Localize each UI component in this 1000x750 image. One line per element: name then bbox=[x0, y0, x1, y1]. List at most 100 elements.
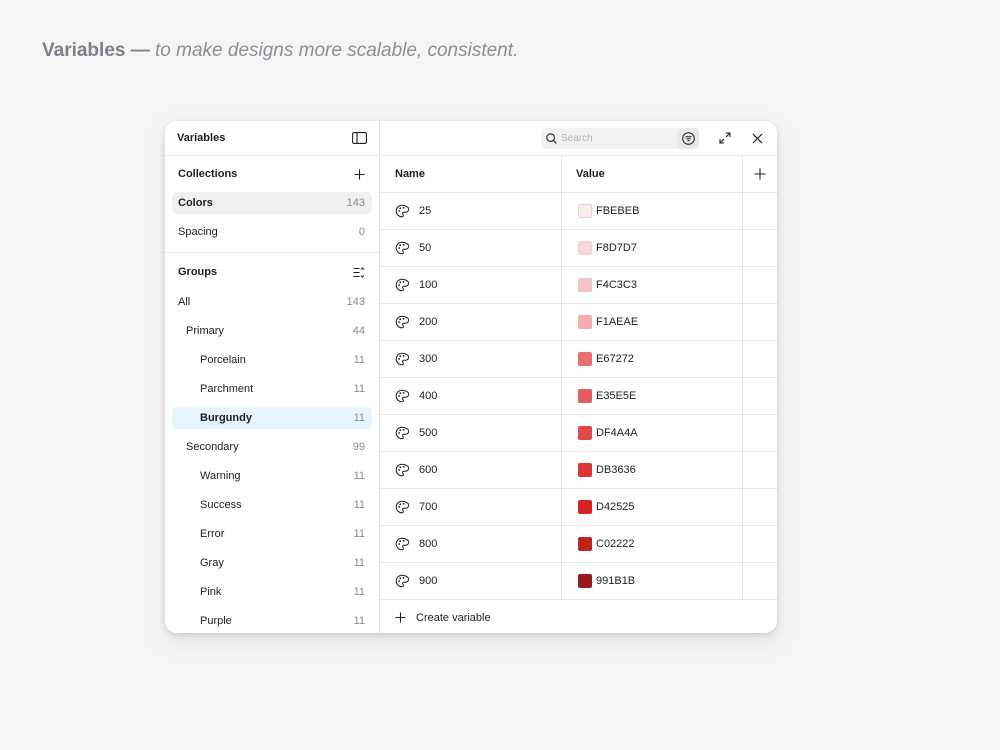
variable-name-cell[interactable]: 700 bbox=[381, 489, 562, 525]
table-row[interactable]: 100 F4C3C3 bbox=[381, 267, 777, 304]
variable-name-cell[interactable]: 800 bbox=[381, 526, 562, 562]
group-count: 11 bbox=[353, 586, 365, 598]
variables-table: Name Value 25 FBEBEB 50 F8D7D7 100 F4C3C3 200 F… bbox=[381, 156, 777, 633]
table-row[interactable]: 600 DB3636 bbox=[381, 452, 777, 489]
palette-icon bbox=[395, 241, 409, 255]
color-swatch[interactable] bbox=[578, 278, 592, 292]
variable-name-cell[interactable]: 200 bbox=[381, 304, 562, 340]
empty-cell bbox=[743, 193, 777, 229]
group-label: Parchment bbox=[200, 383, 254, 395]
table-row[interactable]: 25 FBEBEB bbox=[381, 193, 777, 230]
variable-value: F1AEAE bbox=[596, 316, 639, 328]
color-swatch[interactable] bbox=[578, 574, 592, 588]
toggle-sidebar-icon[interactable] bbox=[351, 130, 367, 146]
group-item-primary[interactable]: Primary 44 bbox=[172, 320, 372, 342]
group-item-parchment[interactable]: Parchment 11 bbox=[172, 378, 372, 400]
variable-value-cell[interactable]: F1AEAE bbox=[562, 304, 743, 340]
empty-cell bbox=[743, 304, 777, 340]
variable-value-cell[interactable]: 991B1B bbox=[562, 563, 743, 599]
variable-value-cell[interactable]: F4C3C3 bbox=[562, 267, 743, 303]
empty-cell bbox=[743, 378, 777, 414]
variable-value-cell[interactable]: C02222 bbox=[562, 526, 743, 562]
variable-value-cell[interactable]: E35E5E bbox=[562, 378, 743, 414]
group-item-porcelain[interactable]: Porcelain 11 bbox=[172, 349, 372, 371]
color-swatch[interactable] bbox=[578, 352, 592, 366]
variable-name-cell[interactable]: 100 bbox=[381, 267, 562, 303]
color-swatch[interactable] bbox=[578, 315, 592, 329]
variable-value-cell[interactable]: DB3636 bbox=[562, 452, 743, 488]
group-count: 11 bbox=[353, 470, 365, 482]
table-row[interactable]: 50 F8D7D7 bbox=[381, 230, 777, 267]
variable-name-cell[interactable]: 50 bbox=[381, 230, 562, 266]
group-item-burgundy[interactable]: Burgundy 11 bbox=[172, 407, 372, 429]
group-label: Secondary bbox=[186, 441, 239, 453]
color-swatch[interactable] bbox=[578, 204, 592, 218]
palette-icon bbox=[395, 537, 409, 551]
variable-value-cell[interactable]: D42525 bbox=[562, 489, 743, 525]
group-item-secondary[interactable]: Secondary 99 bbox=[172, 436, 372, 458]
close-icon[interactable] bbox=[749, 130, 765, 146]
group-item-gray[interactable]: Gray 11 bbox=[172, 552, 372, 574]
table-row[interactable]: 400 E35E5E bbox=[381, 378, 777, 415]
empty-cell bbox=[743, 415, 777, 451]
filter-icon[interactable] bbox=[677, 127, 699, 149]
group-count: 11 bbox=[353, 412, 365, 424]
variable-value: FBEBEB bbox=[596, 205, 640, 217]
collections-section: Collections Colors 143 Spacing 0 bbox=[165, 156, 379, 253]
empty-cell bbox=[743, 341, 777, 377]
variable-name: 400 bbox=[419, 390, 438, 402]
group-label: All bbox=[178, 296, 191, 308]
variable-name-cell[interactable]: 500 bbox=[381, 415, 562, 451]
group-item-all[interactable]: All 143 bbox=[172, 291, 372, 313]
variable-name-cell[interactable]: 400 bbox=[381, 378, 562, 414]
variable-name-cell[interactable]: 900 bbox=[381, 563, 562, 599]
variable-value-cell[interactable]: E67272 bbox=[562, 341, 743, 377]
search-input[interactable] bbox=[561, 132, 681, 144]
variable-value-cell[interactable]: FBEBEB bbox=[562, 193, 743, 229]
color-swatch[interactable] bbox=[578, 426, 592, 440]
variable-value-cell[interactable]: DF4A4A bbox=[562, 415, 743, 451]
plus-icon bbox=[395, 612, 406, 623]
toolbar bbox=[381, 121, 777, 156]
variables-panel: Variables Collections Colors 143 Spacing… bbox=[165, 121, 777, 633]
table-row[interactable]: 700 D42525 bbox=[381, 489, 777, 526]
groups-title: Groups bbox=[178, 266, 218, 278]
group-count: 11 bbox=[353, 557, 365, 569]
group-item-success[interactable]: Success 11 bbox=[172, 494, 372, 516]
group-item-error[interactable]: Error 11 bbox=[172, 523, 372, 545]
variable-name-cell[interactable]: 600 bbox=[381, 452, 562, 488]
color-swatch[interactable] bbox=[578, 463, 592, 477]
collection-label: Spacing bbox=[178, 226, 218, 238]
group-item-warning[interactable]: Warning 11 bbox=[172, 465, 372, 487]
variable-value: DF4A4A bbox=[596, 427, 638, 439]
variable-name-cell[interactable]: 300 bbox=[381, 341, 562, 377]
expand-icon[interactable] bbox=[717, 130, 733, 146]
color-swatch[interactable] bbox=[578, 537, 592, 551]
variable-name-cell[interactable]: 25 bbox=[381, 193, 562, 229]
group-count: 143 bbox=[346, 296, 365, 308]
create-variable-button[interactable]: Create variable bbox=[381, 600, 777, 633]
table-row[interactable]: 900 991B1B bbox=[381, 563, 777, 600]
table-row[interactable]: 300 E67272 bbox=[381, 341, 777, 378]
variable-value-cell[interactable]: F8D7D7 bbox=[562, 230, 743, 266]
group-label: Primary bbox=[186, 325, 224, 337]
group-item-pink[interactable]: Pink 11 bbox=[172, 581, 372, 603]
collection-item-spacing[interactable]: Spacing 0 bbox=[172, 221, 372, 243]
add-collection-plus-icon[interactable] bbox=[351, 166, 367, 182]
group-item-purple[interactable]: Purple 11 bbox=[172, 610, 372, 632]
table-row[interactable]: 800 C02222 bbox=[381, 526, 777, 563]
table-row[interactable]: 500 DF4A4A bbox=[381, 415, 777, 452]
collapse-groups-icon[interactable] bbox=[351, 264, 367, 280]
variable-name: 800 bbox=[419, 538, 438, 550]
color-swatch[interactable] bbox=[578, 389, 592, 403]
empty-cell bbox=[743, 230, 777, 266]
variable-value: E35E5E bbox=[596, 390, 637, 402]
table-row[interactable]: 200 F1AEAE bbox=[381, 304, 777, 341]
variable-name: 25 bbox=[419, 205, 432, 217]
add-column-plus-icon[interactable] bbox=[743, 156, 777, 192]
group-count: 44 bbox=[352, 325, 365, 337]
color-swatch[interactable] bbox=[578, 500, 592, 514]
color-swatch[interactable] bbox=[578, 241, 592, 255]
collection-item-colors[interactable]: Colors 143 bbox=[172, 192, 372, 214]
group-label: Gray bbox=[200, 557, 224, 569]
